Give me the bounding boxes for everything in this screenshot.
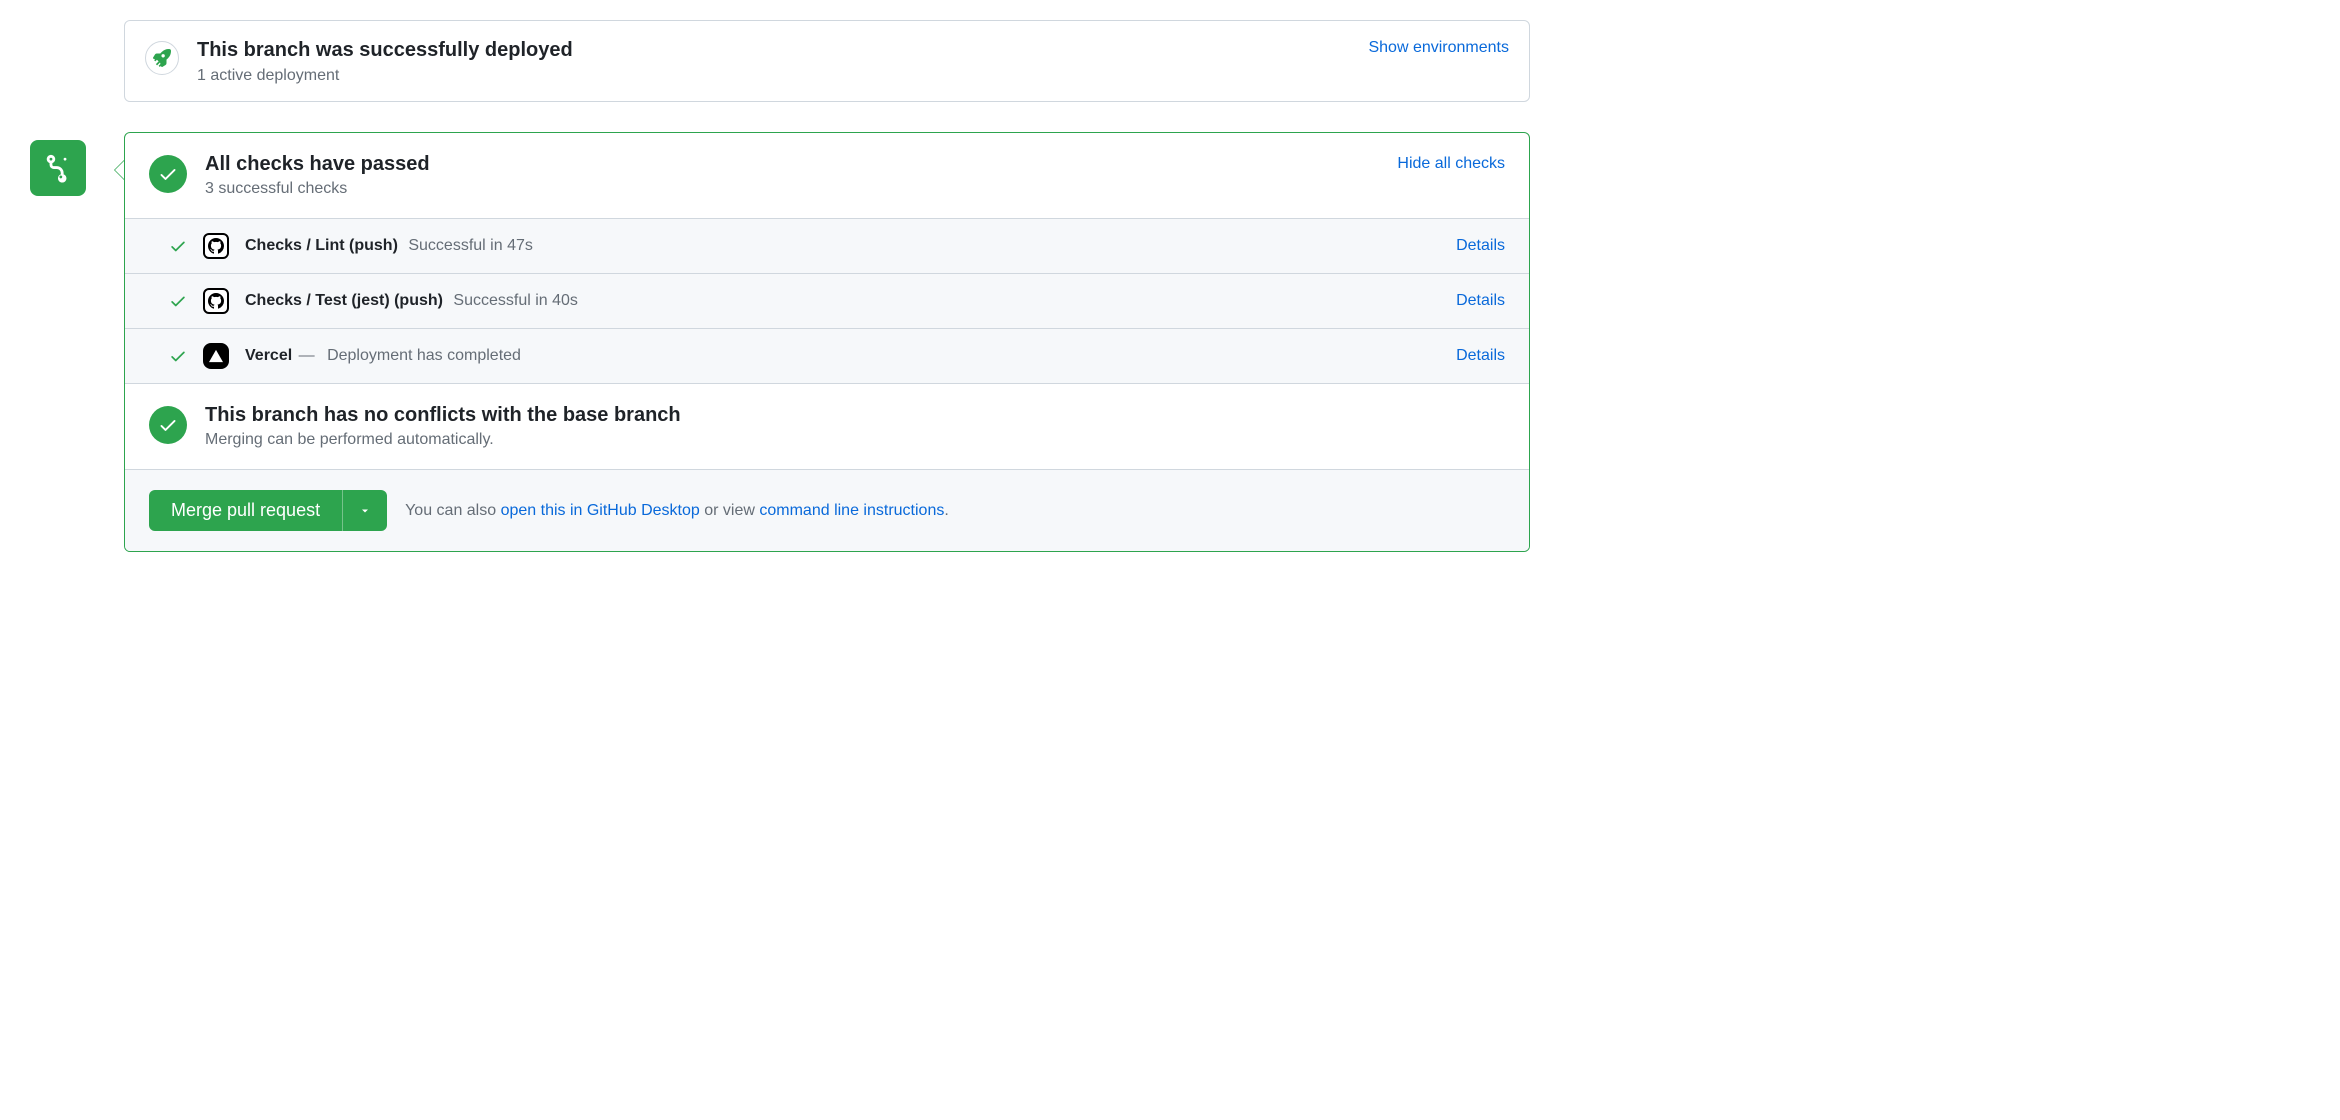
merge-button-group: Merge pull request	[149, 490, 387, 531]
merge-footer-text: You can also open this in GitHub Desktop…	[405, 502, 949, 520]
check-details-link[interactable]: Details	[1456, 347, 1505, 365]
check-row: Checks / Lint (push) Successful in 47s D…	[125, 218, 1529, 273]
deployment-subtitle: 1 active deployment	[197, 67, 1350, 85]
caret-down-icon	[359, 505, 371, 517]
merge-status-row: All checks have passed 3 successful chec…	[30, 132, 1530, 552]
deployment-title: This branch was successfully deployed	[197, 37, 1350, 63]
hide-all-checks-link[interactable]: Hide all checks	[1397, 155, 1505, 173]
check-circle-icon	[149, 155, 187, 193]
check-status: Successful in 40s	[453, 292, 578, 309]
no-conflicts-subtitle: Merging can be performed automatically.	[205, 431, 1505, 449]
check-row: Vercel — Deployment has completed Detail…	[125, 328, 1529, 383]
no-conflicts-title: This branch has no conflicts with the ba…	[205, 404, 1505, 427]
check-icon	[169, 347, 187, 365]
rocket-icon	[145, 41, 179, 75]
check-name: Checks / Test (jest) (push)	[245, 292, 443, 309]
github-actions-icon	[203, 233, 229, 259]
footer-pre: You can also	[405, 502, 500, 519]
open-github-desktop-link[interactable]: open this in GitHub Desktop	[501, 502, 700, 519]
git-merge-icon	[30, 140, 86, 196]
vercel-icon	[203, 343, 229, 369]
check-icon	[169, 237, 187, 255]
deployment-body: This branch was successfully deployed 1 …	[197, 37, 1350, 85]
merge-pull-request-button[interactable]: Merge pull request	[149, 490, 342, 531]
deployment-status-box: This branch was successfully deployed 1 …	[124, 20, 1530, 102]
footer-post: .	[944, 502, 948, 519]
check-circle-icon	[149, 406, 187, 444]
check-status: Deployment has completed	[327, 347, 521, 364]
checks-summary-title: All checks have passed	[205, 153, 1379, 176]
checks-list: Checks / Lint (push) Successful in 47s D…	[125, 218, 1529, 383]
check-name: Vercel	[245, 347, 292, 364]
checks-summary-section: All checks have passed 3 successful chec…	[125, 133, 1529, 218]
merge-options-dropdown[interactable]	[342, 490, 387, 531]
no-conflicts-section: This branch has no conflicts with the ba…	[125, 383, 1529, 469]
github-actions-icon	[203, 288, 229, 314]
command-line-instructions-link[interactable]: command line instructions	[759, 502, 944, 519]
check-row: Checks / Test (jest) (push) Successful i…	[125, 273, 1529, 328]
check-icon	[169, 292, 187, 310]
merge-panel: All checks have passed 3 successful chec…	[124, 132, 1530, 552]
check-name: Checks / Lint (push)	[245, 237, 398, 254]
show-environments-link[interactable]: Show environments	[1368, 39, 1509, 57]
checks-summary-subtitle: 3 successful checks	[205, 180, 1379, 198]
footer-mid: or view	[700, 502, 760, 519]
check-separator: —	[299, 347, 315, 364]
check-status: Successful in 47s	[408, 237, 533, 254]
merge-footer: Merge pull request You can also open thi…	[125, 469, 1529, 551]
check-details-link[interactable]: Details	[1456, 292, 1505, 310]
check-details-link[interactable]: Details	[1456, 237, 1505, 255]
panel-pointer	[114, 160, 124, 180]
